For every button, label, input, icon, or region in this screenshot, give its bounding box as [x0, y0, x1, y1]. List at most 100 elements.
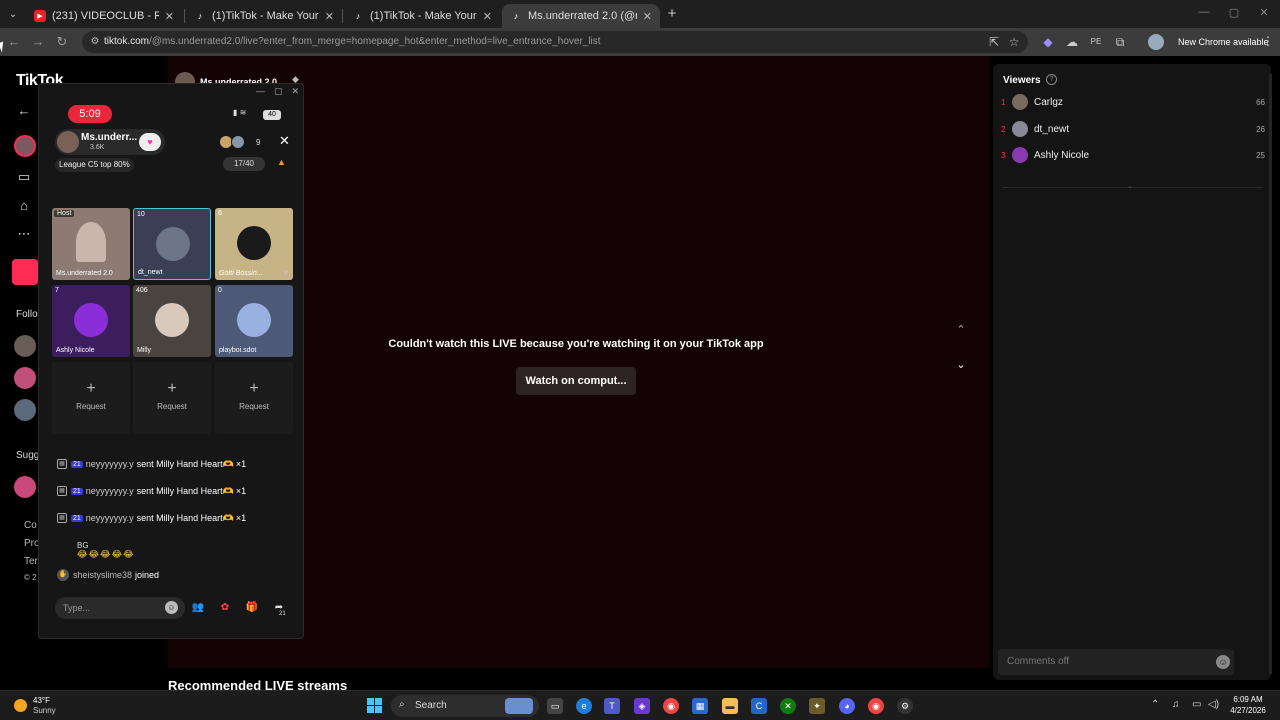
footer-link[interactable]: Ter — [24, 556, 38, 567]
seat-count[interactable]: 17/40 — [223, 157, 265, 171]
viewer-avatar[interactable] — [231, 135, 245, 149]
copilot-icon[interactable]: ◈ — [634, 698, 650, 714]
new-tab-button[interactable]: + — [664, 6, 680, 22]
guest-tile[interactable]: 0 playboi.sdot — [215, 285, 293, 357]
tab-tiktok-2[interactable]: ♪ (1)TikTok - Make Your Day ✕ — [344, 4, 500, 28]
live-camera-icon[interactable]: ▭ — [16, 169, 32, 185]
scrollbar[interactable] — [1269, 74, 1272, 674]
tab-close-icon[interactable]: ✕ — [643, 10, 652, 23]
chrome-icon[interactable]: ◉ — [868, 698, 884, 714]
viewer-name[interactable]: Ashly Nicole — [1034, 150, 1256, 161]
tab-tiktok-1[interactable]: ♪ (1)TikTok - Make Your Day ✕ — [186, 4, 342, 28]
following-avatar[interactable] — [14, 367, 36, 389]
app-c-icon[interactable]: C — [751, 698, 767, 714]
forward-arrow-icon[interactable]: → — [30, 34, 46, 50]
emoji-icon[interactable]: ☺ — [165, 601, 178, 614]
tab-search-icon[interactable]: ⌄ — [4, 5, 22, 23]
chrome-icon[interactable]: ◉ — [663, 698, 679, 714]
app-icon[interactable]: ✦ — [809, 698, 825, 714]
weather-condition[interactable]: Sunny — [33, 706, 56, 715]
discord-icon[interactable]: ◕ — [839, 698, 855, 714]
profile-avatar[interactable] — [1148, 34, 1164, 50]
maximize-icon[interactable]: ▢ — [274, 86, 283, 96]
request-seat-button[interactable]: + Request — [52, 362, 130, 434]
chevron-up-icon[interactable]: ⌃ — [954, 323, 968, 337]
extension-icon[interactable]: PE — [1088, 34, 1104, 50]
rose-gift-icon[interactable]: ✿ — [216, 599, 234, 617]
emoji-icon[interactable]: ☺ — [1216, 655, 1230, 669]
more-icon[interactable]: ⋯ — [16, 226, 32, 242]
weather-temp[interactable]: 43°F — [33, 696, 50, 705]
clock-time[interactable]: 6:09 AM — [1226, 695, 1270, 704]
extension-icon[interactable]: ◆ — [1040, 34, 1056, 50]
open-in-app-icon[interactable]: ⇱ — [986, 34, 1002, 50]
back-arrow-icon[interactable]: ← — [6, 34, 22, 50]
microphone-icon[interactable]: ♫ — [1172, 699, 1180, 710]
joined-username[interactable]: sheistyslime38 — [73, 570, 132, 580]
viewer-row[interactable]: 3 Ashly Nicole 25 — [1001, 146, 1265, 164]
chevron-down-icon[interactable]: ⌄ — [1127, 182, 1133, 190]
file-explorer-icon[interactable]: ▬ — [722, 698, 738, 714]
chat-username[interactable]: neyyyyyyy.y — [86, 486, 134, 496]
taskbar-search[interactable]: ⌕ Search — [391, 695, 539, 717]
help-icon[interactable]: ? — [1046, 74, 1057, 85]
tab-videoclub[interactable]: ▶ (231) VIDEOCLUB - ROI Instrum ✕ — [26, 4, 182, 28]
maximize-icon[interactable]: ▢ — [1226, 6, 1242, 19]
guest-tile-host[interactable]: Host Ms.underrated 2.0 — [52, 208, 130, 280]
comment-input[interactable]: Comments off ☺ — [998, 649, 1234, 675]
window-close-icon[interactable]: ✕ — [291, 86, 299, 96]
new-chrome-available[interactable]: New Chrome available — [1178, 37, 1269, 47]
chat-input-box[interactable]: ☺ — [55, 597, 185, 619]
guests-icon[interactable]: 👥 — [189, 599, 207, 617]
league-badge[interactable]: League C5 top 80% — [55, 158, 134, 172]
teams-icon[interactable]: T — [604, 698, 620, 714]
extensions-puzzle-icon[interactable]: ⧉ — [1112, 34, 1128, 50]
tab-close-icon[interactable]: ✕ — [325, 10, 334, 23]
bell-icon[interactable]: ▲ — [277, 157, 286, 167]
tab-close-icon[interactable]: ✕ — [165, 10, 174, 23]
viewer-avatar[interactable] — [1012, 147, 1028, 163]
guest-tile[interactable]: 406 Milly — [133, 285, 211, 357]
windows-start-icon[interactable] — [367, 698, 383, 714]
viewer-avatar[interactable] — [1012, 94, 1028, 110]
minimize-icon[interactable]: — — [256, 86, 265, 96]
back-arrow-icon[interactable]: ← — [16, 103, 32, 119]
task-view-icon[interactable]: ▭ — [547, 698, 563, 714]
chrome-menu-icon[interactable]: ⋮ — [1262, 34, 1274, 48]
guest-tile[interactable]: 7 Ashly Nicole — [52, 285, 130, 357]
minimize-icon[interactable]: — — [1196, 6, 1212, 18]
site-info-icon[interactable]: ⚙ — [88, 35, 102, 49]
reload-icon[interactable]: ↻ — [54, 34, 70, 50]
store-icon[interactable]: ▦ — [692, 698, 708, 714]
viewer-row[interactable]: 2 dt_newt 26 — [1001, 120, 1265, 138]
edge-icon[interactable]: e — [576, 698, 592, 714]
following-avatar[interactable] — [14, 335, 36, 357]
viewer-name[interactable]: Carlgz — [1034, 97, 1256, 108]
display-icon[interactable]: ▭ — [1192, 699, 1201, 710]
volume-icon[interactable]: ◁) — [1208, 699, 1219, 710]
clock-date[interactable]: 4/27/2026 — [1226, 706, 1270, 715]
follow-heart-button[interactable]: ♥ — [139, 133, 161, 151]
phone-host-card[interactable]: Ms.underr... 3.6K ♥ — [55, 129, 165, 155]
bookmark-star-icon[interactable]: ☆ — [1006, 34, 1022, 50]
chat-username[interactable]: neyyyyyyy.y — [86, 459, 134, 469]
login-button[interactable] — [12, 259, 38, 285]
weather-sun-icon[interactable] — [14, 699, 27, 712]
viewer-name[interactable]: dt_newt — [1034, 124, 1256, 135]
host-avatar[interactable] — [57, 131, 79, 153]
tab-close-icon[interactable]: ✕ — [483, 10, 492, 23]
suggested-avatar[interactable] — [14, 476, 36, 498]
tray-chevron-icon[interactable]: ⌃ — [1151, 699, 1159, 710]
profile-avatar[interactable] — [14, 135, 36, 157]
viewer-count[interactable]: 9 — [256, 138, 260, 147]
request-seat-button[interactable]: + Request — [215, 362, 293, 434]
guest-tile[interactable]: 10 dt_newt — [133, 208, 211, 280]
app-icon[interactable]: ⚙ — [897, 698, 913, 714]
address-bar[interactable]: ⚙ tiktok.com/@ms.underrated2.0/live?ente… — [82, 31, 1028, 53]
request-seat-button[interactable]: + Request — [133, 362, 211, 434]
chat-input[interactable] — [63, 601, 163, 615]
window-close-icon[interactable]: ✕ — [1256, 6, 1272, 19]
close-icon[interactable]: ✕ — [279, 133, 290, 149]
footer-link[interactable]: Co — [24, 520, 37, 531]
xbox-icon[interactable]: ✕ — [780, 698, 796, 714]
